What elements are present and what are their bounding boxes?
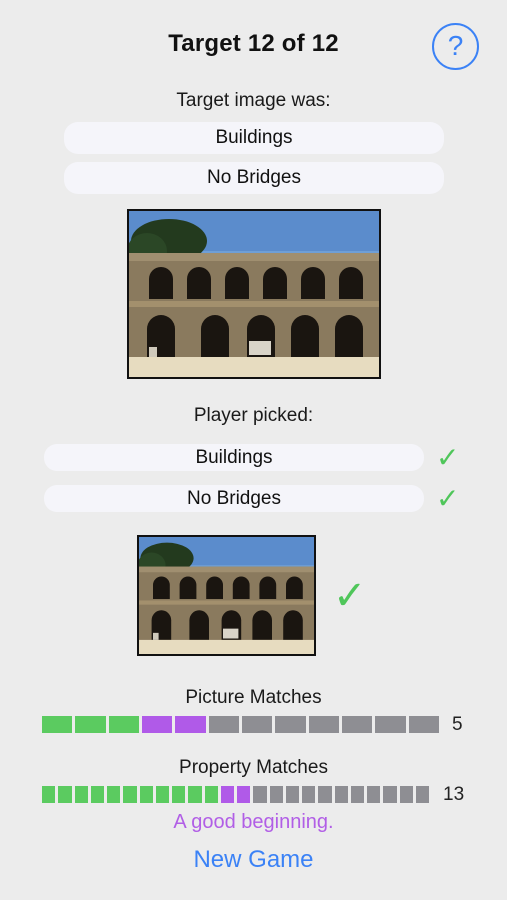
- property-match-segment: [269, 786, 283, 803]
- picture-match-segment: [175, 716, 206, 733]
- property-match-segment: [399, 786, 413, 803]
- courtyard-photo: [139, 537, 314, 654]
- property-match-segment: [367, 786, 381, 803]
- property-matches-bar: [42, 786, 429, 803]
- property-match-segment: [204, 786, 218, 803]
- player-image: [137, 535, 316, 656]
- picture-match-segment: [42, 716, 73, 733]
- property-match-segment: [383, 786, 397, 803]
- picture-matches-count: 5: [452, 714, 463, 735]
- property-match-segment: [58, 786, 72, 803]
- property-match-segment: [237, 786, 251, 803]
- help-button[interactable]: ?: [432, 23, 479, 70]
- property-match-segment: [74, 786, 88, 803]
- property-match-segment: [172, 786, 186, 803]
- picture-match-segment: [408, 716, 439, 733]
- property-match-segment: [350, 786, 364, 803]
- picture-match-segment: [275, 716, 306, 733]
- target-heading: Target image was:: [176, 90, 331, 111]
- property-match-segment: [220, 786, 234, 803]
- picture-match-segment: [75, 716, 106, 733]
- player-property-2: No Bridges: [44, 485, 424, 512]
- checkmark-icon: ✓: [333, 574, 367, 618]
- property-match-segment: [42, 786, 56, 803]
- courtyard-photo: [129, 211, 379, 377]
- result-message: A good beginning.: [173, 811, 334, 833]
- property-match-segment: [253, 786, 267, 803]
- property-match-segment: [318, 786, 332, 803]
- new-game-button[interactable]: New Game: [0, 846, 507, 874]
- property-match-segment: [415, 786, 429, 803]
- player-heading: Player picked:: [193, 405, 314, 426]
- property-match-segment: [334, 786, 348, 803]
- property-match-segment: [302, 786, 316, 803]
- property-match-segment: [90, 786, 104, 803]
- picture-match-segment: [308, 716, 339, 733]
- picture-match-segment: [208, 716, 239, 733]
- picture-matches-label: Picture Matches: [185, 687, 322, 708]
- picture-match-segment: [108, 716, 139, 733]
- target-property-1: Buildings: [64, 122, 444, 154]
- picture-matches-bar: [42, 716, 439, 733]
- property-matches-count: 13: [443, 784, 465, 805]
- page-title: Target 12 of 12: [168, 30, 339, 57]
- property-matches-label: Property Matches: [179, 757, 328, 778]
- question-mark-icon: ?: [447, 30, 464, 61]
- property-match-segment: [123, 786, 137, 803]
- picture-match-segment: [341, 716, 373, 733]
- checkmark-icon: ✓: [436, 442, 460, 473]
- player-property-1: Buildings: [44, 444, 424, 471]
- property-match-segment: [285, 786, 299, 803]
- target-image: [127, 209, 381, 379]
- picture-match-segment: [241, 716, 273, 733]
- target-property-2: No Bridges: [64, 162, 444, 194]
- property-match-segment: [139, 786, 153, 803]
- picture-match-segment: [375, 716, 406, 733]
- property-match-segment: [188, 786, 202, 803]
- property-match-segment: [155, 786, 169, 803]
- property-match-segment: [107, 786, 121, 803]
- picture-match-segment: [141, 716, 173, 733]
- checkmark-icon: ✓: [436, 483, 460, 514]
